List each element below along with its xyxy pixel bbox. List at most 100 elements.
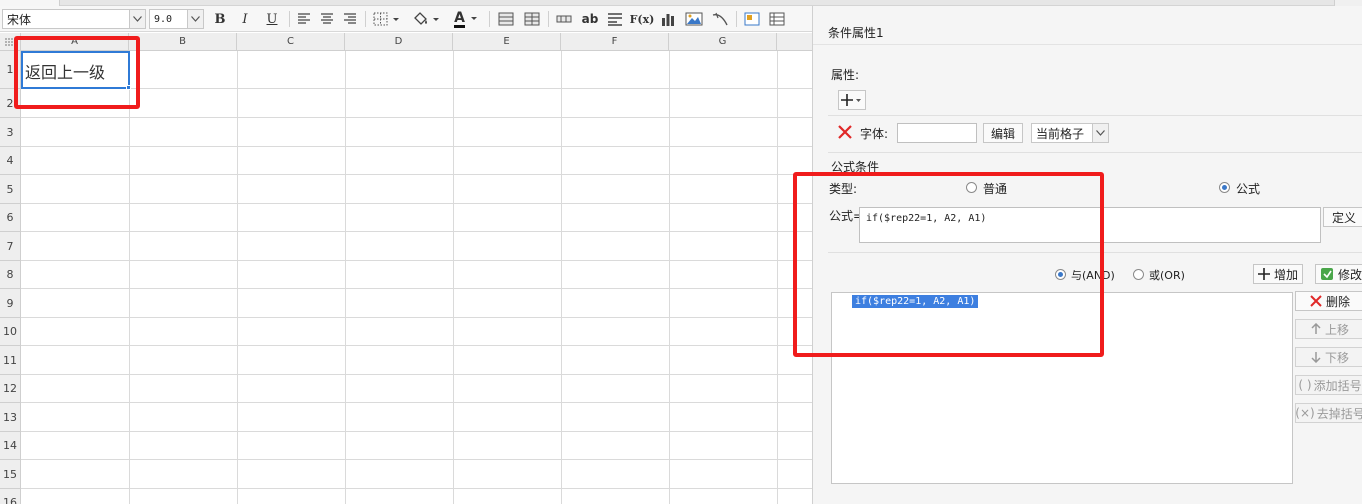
modify-condition-label: 修改 bbox=[1337, 267, 1362, 282]
add-attribute-button[interactable] bbox=[838, 90, 866, 110]
remove-bracket-button[interactable]: (×) 去掉括号 bbox=[1295, 403, 1362, 423]
panel-title-divider bbox=[813, 44, 1362, 45]
align-right-icon[interactable] bbox=[341, 9, 359, 29]
row-header-5[interactable]: 5 bbox=[0, 175, 21, 204]
split-cells-icon[interactable] bbox=[522, 9, 542, 29]
row-header-3[interactable]: 3 bbox=[0, 118, 21, 147]
add-bracket-button[interactable]: ( ) 添加括号 bbox=[1295, 375, 1362, 395]
chevron-down-icon[interactable] bbox=[187, 10, 203, 28]
move-up-button[interactable]: 上移 bbox=[1295, 319, 1362, 339]
fill-color-icon[interactable] bbox=[410, 9, 442, 29]
radio-formula-label: 公式 bbox=[1236, 182, 1261, 196]
align-center-icon[interactable] bbox=[318, 9, 336, 29]
table-icon[interactable] bbox=[767, 9, 787, 29]
attributes-divider bbox=[828, 115, 1362, 116]
toolbar-divider bbox=[289, 11, 290, 27]
add-condition-button[interactable]: 增加 bbox=[1253, 264, 1303, 284]
row-header-10[interactable]: 10 bbox=[0, 318, 21, 346]
row-header-14[interactable]: 14 bbox=[0, 432, 21, 460]
text-style-button[interactable]: ab bbox=[579, 9, 601, 29]
font-name-value: 宋体 bbox=[7, 12, 32, 27]
radio-normal-label: 普通 bbox=[983, 182, 1008, 196]
remove-attribute-icon[interactable] bbox=[837, 124, 853, 143]
row-header-2[interactable]: 2 bbox=[0, 89, 21, 118]
row-header-9[interactable]: 9 bbox=[0, 289, 21, 318]
insert-row-icon[interactable] bbox=[554, 9, 574, 29]
row-header-13[interactable]: 13 bbox=[0, 403, 21, 432]
italic-button[interactable]: I bbox=[235, 9, 255, 29]
grid-corner[interactable] bbox=[0, 33, 21, 51]
row-header-4[interactable]: 4 bbox=[0, 147, 21, 175]
radio-or[interactable] bbox=[1133, 269, 1144, 280]
condition-list[interactable]: if($rep22=1, A2, A1) bbox=[831, 292, 1293, 484]
cell-a1-text: 返回上一级 bbox=[25, 63, 106, 82]
chevron-down-icon[interactable] bbox=[129, 10, 145, 28]
bold-button[interactable]: B bbox=[210, 9, 230, 29]
define-button[interactable]: 定义 bbox=[1323, 207, 1362, 227]
row-header-11[interactable]: 11 bbox=[0, 346, 21, 375]
merge-cells-icon[interactable] bbox=[496, 9, 516, 29]
delete-button[interactable]: 删除 bbox=[1295, 291, 1362, 311]
font-name-select[interactable]: 宋体 bbox=[2, 9, 146, 29]
row-header-8[interactable]: 8 bbox=[0, 261, 21, 289]
attributes-label: 属性: bbox=[831, 68, 860, 82]
radio-and[interactable] bbox=[1055, 269, 1066, 280]
row-header-7[interactable]: 7 bbox=[0, 232, 21, 261]
arrow-down-icon bbox=[1311, 351, 1321, 363]
plus-icon bbox=[1257, 268, 1270, 280]
scope-select[interactable]: 当前格子 bbox=[1031, 123, 1109, 143]
column-header-g[interactable]: G bbox=[669, 33, 777, 51]
condition-item[interactable]: if($rep22=1, A2, A1) bbox=[852, 295, 979, 308]
font-size-select[interactable]: 9.0 bbox=[149, 9, 204, 29]
formula-section-divider bbox=[828, 152, 1362, 153]
formula-input[interactable]: if($rep22=1, A2, A1) bbox=[859, 207, 1321, 243]
formula-section-label: 公式条件 bbox=[831, 160, 880, 174]
row-header-12[interactable]: 12 bbox=[0, 375, 21, 403]
text-wrap-icon[interactable] bbox=[605, 9, 625, 29]
underline-button[interactable]: U bbox=[262, 9, 282, 29]
move-down-button[interactable]: 下移 bbox=[1295, 347, 1362, 367]
row-header-15[interactable]: 15 bbox=[0, 460, 21, 489]
row-header-1[interactable]: 1 bbox=[0, 51, 21, 89]
font-preview-field[interactable] bbox=[897, 123, 977, 143]
row-header-6[interactable]: 6 bbox=[0, 204, 21, 232]
radio-normal[interactable] bbox=[966, 182, 977, 193]
add-bracket-label: 添加括号 bbox=[1313, 378, 1362, 393]
row-header-16[interactable]: 16 bbox=[0, 489, 21, 504]
border-icon[interactable] bbox=[371, 9, 403, 29]
text-color-glyph: A bbox=[454, 9, 465, 28]
font-size-value: 9.0 bbox=[154, 13, 173, 25]
toolbar-divider bbox=[365, 11, 366, 27]
column-header-h[interactable] bbox=[777, 33, 812, 51]
move-up-label: 上移 bbox=[1324, 322, 1349, 337]
image-icon[interactable] bbox=[683, 9, 705, 29]
radio-formula[interactable] bbox=[1219, 182, 1230, 193]
column-header-d[interactable]: D bbox=[345, 33, 453, 51]
toolbar-divider bbox=[736, 11, 737, 27]
type-label: 类型: bbox=[829, 182, 858, 196]
spreadsheet-grid[interactable]: A B C D E F G 1 2 3 4 5 6 7 8 9 10 11 12… bbox=[0, 33, 812, 504]
column-header-b[interactable]: B bbox=[129, 33, 237, 51]
cell-element-icon[interactable] bbox=[742, 9, 762, 29]
logic-divider bbox=[828, 252, 1362, 253]
modify-condition-button[interactable]: 修改 bbox=[1315, 264, 1362, 284]
slash-icon[interactable] bbox=[710, 9, 730, 29]
column-header-a[interactable]: A bbox=[21, 33, 129, 51]
grid-lines bbox=[21, 51, 812, 504]
toolbar-divider bbox=[548, 11, 549, 27]
panel-title: 条件属性1 bbox=[828, 26, 884, 40]
formula-button[interactable]: F(x) bbox=[630, 9, 655, 29]
fill-handle[interactable] bbox=[126, 85, 131, 90]
font-label: 字体: bbox=[860, 127, 889, 141]
column-header-e[interactable]: E bbox=[453, 33, 561, 51]
chevron-down-icon[interactable] bbox=[1092, 124, 1108, 142]
bar-chart-icon[interactable] bbox=[658, 9, 678, 29]
delete-icon bbox=[1310, 295, 1322, 307]
edit-button[interactable]: 编辑 bbox=[983, 123, 1023, 143]
column-header-f[interactable]: F bbox=[561, 33, 669, 51]
align-left-icon[interactable] bbox=[295, 9, 313, 29]
column-header-c[interactable]: C bbox=[237, 33, 345, 51]
scope-value: 当前格子 bbox=[1036, 126, 1085, 141]
cell-a1[interactable]: 返回上一级 bbox=[21, 51, 131, 90]
text-color-button[interactable]: A bbox=[450, 9, 482, 29]
